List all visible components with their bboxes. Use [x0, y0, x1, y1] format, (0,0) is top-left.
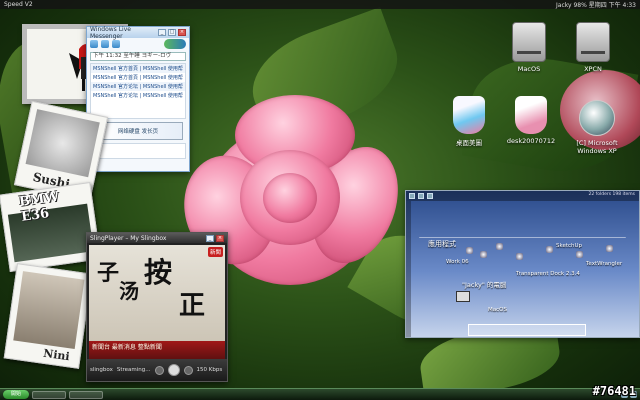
desktop-icon-wallpapers[interactable]: 桌面美圖 [434, 96, 504, 147]
messenger-titlebar[interactable]: Windows Live Messenger _ □ × [87, 25, 189, 40]
contact-list: MSNShell 官方首頁 | MSNShell 使用帮 MSNShell 官方… [90, 63, 186, 119]
computer-label[interactable]: "Jacky" 的電腦 [462, 279, 506, 289]
folder-icon [515, 96, 547, 134]
photo-caption: Nini [42, 346, 71, 364]
desktop-icon-macos[interactable]: MacOS [494, 22, 564, 73]
hard-drive-icon [576, 22, 610, 62]
app-icon[interactable] [606, 245, 613, 252]
spaces-icon[interactable] [112, 40, 120, 48]
desktop-icon-desk[interactable]: desk20070712 [496, 96, 566, 145]
drive-label[interactable]: MacOS [488, 307, 507, 313]
rewind-icon[interactable] [154, 365, 164, 375]
play-icon[interactable] [167, 364, 180, 376]
desktop-icon-label: [C] Microsoft Windows XP [576, 139, 618, 155]
list-item[interactable]: MSNShell 官方论坛 | MSNShell 使用帮 [91, 82, 185, 91]
dock-item[interactable]: Work 06 [446, 259, 469, 265]
slingbox-brand: slingbox [90, 367, 113, 373]
taskbar-item[interactable] [69, 390, 103, 399]
maximize-button[interactable]: □ [168, 29, 176, 36]
close-button[interactable]: × [216, 234, 224, 242]
mail-icon[interactable] [101, 40, 109, 48]
app-icon[interactable] [576, 251, 583, 258]
desktop-icon-label: desk20070712 [506, 137, 556, 145]
video-handwriting: 正 [179, 291, 206, 321]
menubar-clock[interactable]: Jacky 98% 星期四 下午 4:33 [556, 0, 636, 9]
player-controls: slingbox Streaming... 150 Kbps [87, 359, 227, 381]
contacts-icon[interactable] [90, 40, 98, 48]
app-icon[interactable] [480, 251, 487, 258]
forward-icon[interactable] [183, 365, 193, 375]
desktop-icon-label: MacOS [517, 65, 541, 73]
stream-state: Streaming... [116, 367, 151, 373]
minimize-button[interactable] [418, 193, 424, 199]
finder-window[interactable]: 22 folders 198 items 應用程式 Work 06 Transp… [405, 190, 640, 338]
slingplayer-window[interactable]: SlingPlayer – My Slingbox _ × 子 汤 按 正 新聞… [86, 232, 228, 382]
video-area[interactable]: 子 汤 按 正 新聞 新聞台 最新消息 整點新聞 [89, 245, 225, 359]
list-item[interactable]: MSNShell 官方首頁 | MSNShell 使用帮 [91, 64, 185, 73]
app-icon[interactable] [496, 243, 503, 250]
start-button[interactable]: 開始 [3, 390, 29, 399]
video-handwriting: 汤 [119, 279, 139, 303]
nini-photo[interactable]: Nini [3, 263, 93, 369]
watermark: #76481 [592, 384, 636, 398]
dock-item[interactable]: SketchUp [556, 243, 582, 249]
sidebar [406, 201, 411, 337]
close-button[interactable] [409, 193, 415, 199]
list-item[interactable]: MSNShell 官方首頁 | MSNShell 使用帮 [91, 73, 185, 82]
ad-banner[interactable]: 网络硬盘 发长页 [93, 122, 183, 140]
messenger-title: Windows Live Messenger [90, 25, 131, 40]
channel-badge: 新聞 [207, 247, 223, 257]
app-icon[interactable] [516, 253, 523, 260]
slingplayer-title: SlingPlayer – My Slingbox [90, 234, 167, 242]
app-icon[interactable] [546, 246, 553, 253]
desktop-icon-xpcn[interactable]: XPCN [558, 22, 628, 73]
photo-image [25, 109, 100, 178]
taskbar-item[interactable] [32, 390, 66, 399]
slingplayer-titlebar[interactable]: SlingPlayer – My Slingbox _ × [87, 233, 227, 243]
bitrate: 150 Kbps [196, 367, 223, 373]
minimize-button[interactable]: _ [206, 234, 214, 242]
photo-image [13, 271, 85, 350]
live-logo-icon [164, 39, 186, 49]
messenger-footer [90, 143, 186, 159]
desktop-icon-windows-xp[interactable]: [C] Microsoft Windows XP [562, 100, 632, 155]
messenger-window[interactable]: Windows Live Messenger _ □ × 下午 11:32 至午… [86, 26, 190, 172]
status-message[interactable]: 下午 11:32 至午睡 ヨギー-ロヴ [90, 52, 186, 61]
taskbar: 開始 [0, 388, 640, 400]
maximize-button[interactable] [427, 193, 433, 199]
app-icon[interactable] [466, 247, 473, 254]
video-handwriting: 子 [97, 260, 120, 286]
folder-info: 22 folders 198 items [588, 192, 635, 197]
minimize-button[interactable]: _ [158, 29, 166, 36]
menubar-app[interactable]: Speed V2 [4, 1, 33, 8]
menu-bar: Speed V2 Jacky 98% 星期四 下午 4:33 [0, 0, 640, 9]
dock-item[interactable]: TextWrangler [586, 261, 622, 267]
hard-drive-icon [512, 22, 546, 62]
folder-icon [453, 96, 485, 134]
close-button[interactable]: × [178, 29, 186, 36]
desktop-icon-label: 桌面美圖 [456, 139, 482, 147]
drive-panel [468, 324, 586, 336]
list-item[interactable]: MSNShell 官方论坛 | MSNShell 使用帮 [91, 91, 185, 100]
windows-drive-icon [579, 100, 615, 136]
dock-item[interactable]: Transparent Dock 2.3.4 [516, 271, 580, 277]
computer-icon[interactable] [456, 291, 470, 302]
video-handwriting: 按 [144, 256, 173, 289]
desktop-icon-label: XPCN [584, 65, 602, 73]
news-ticker: 新聞台 最新消息 整點新聞 [89, 341, 225, 359]
messenger-toolbar [87, 38, 189, 50]
